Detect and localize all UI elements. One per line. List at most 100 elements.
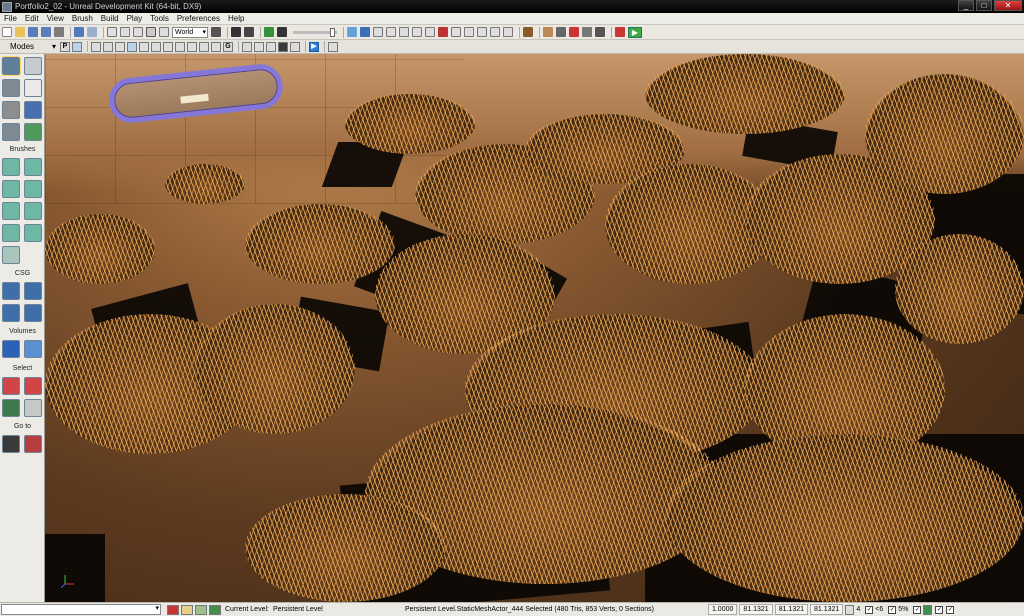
light-complexity-icon[interactable] bbox=[163, 41, 173, 52]
streaming-level-icon[interactable] bbox=[195, 604, 207, 615]
build-lighting-icon[interactable] bbox=[360, 27, 370, 37]
sheet-brush-button[interactable] bbox=[24, 202, 42, 220]
shader-complexity-icon[interactable] bbox=[187, 41, 197, 52]
landscape-mode-button[interactable] bbox=[24, 123, 42, 141]
build-paths-icon[interactable] bbox=[373, 27, 383, 37]
level-browser-icon[interactable] bbox=[556, 27, 566, 37]
menu-play[interactable]: Play bbox=[123, 14, 147, 23]
grid-snap-checkbox[interactable]: ✓ bbox=[865, 605, 874, 614]
camera-icon[interactable] bbox=[438, 27, 448, 37]
texture-align-button[interactable] bbox=[2, 101, 20, 119]
foliage-mode-button[interactable] bbox=[2, 123, 20, 141]
coord-x[interactable]: 81.1321 bbox=[739, 604, 773, 615]
current-level-icon[interactable] bbox=[209, 604, 221, 615]
csg-deintersect-button[interactable] bbox=[24, 304, 42, 322]
scale-snap-value[interactable]: 5% bbox=[896, 606, 910, 613]
menu-edit[interactable]: Edit bbox=[21, 14, 43, 23]
lighting-options-icon[interactable] bbox=[412, 27, 422, 37]
play-in-editor-button[interactable]: ▶ bbox=[628, 26, 642, 38]
minimize-button[interactable]: _ bbox=[958, 0, 974, 11]
package-icon[interactable] bbox=[595, 27, 605, 37]
undo-icon[interactable] bbox=[74, 27, 84, 37]
stats-icon[interactable] bbox=[425, 27, 435, 37]
cube-brush-button[interactable] bbox=[2, 158, 20, 176]
lighting-only-icon[interactable] bbox=[151, 41, 161, 52]
menu-help[interactable]: Help bbox=[224, 14, 248, 23]
mesh-paint-button[interactable] bbox=[24, 101, 42, 119]
csg-add-button[interactable] bbox=[2, 282, 20, 300]
build-geometry-icon[interactable] bbox=[347, 27, 357, 37]
rotation-snap-checkbox[interactable]: ✓ bbox=[888, 605, 897, 614]
drag-grid-value[interactable]: 1.0000 bbox=[707, 604, 738, 615]
option-checkbox[interactable]: ✓ bbox=[946, 605, 955, 614]
volumetric-brush-button[interactable] bbox=[2, 246, 20, 264]
terrain-icon[interactable] bbox=[451, 27, 461, 37]
sphere-brush-button[interactable] bbox=[24, 224, 42, 242]
geometry-mode-button[interactable] bbox=[24, 57, 42, 75]
coord-y[interactable]: 81.1321 bbox=[774, 604, 809, 615]
select-cursor-icon[interactable] bbox=[107, 27, 117, 37]
rotate-icon[interactable] bbox=[133, 27, 143, 37]
slider-knob[interactable] bbox=[330, 27, 335, 37]
move-icon[interactable] bbox=[24, 79, 42, 97]
lit-icon[interactable] bbox=[127, 41, 137, 52]
new-file-icon[interactable] bbox=[2, 27, 12, 37]
autosave-checkbox[interactable]: ✓ bbox=[935, 605, 944, 614]
layers-icon[interactable] bbox=[477, 27, 487, 37]
menu-preferences[interactable]: Preferences bbox=[173, 14, 224, 23]
play-viewport-button[interactable]: ▶ bbox=[309, 41, 319, 52]
eye-icon[interactable] bbox=[254, 41, 264, 52]
rotation-snap-value[interactable]: <6 bbox=[873, 606, 885, 613]
coord-z[interactable]: 81.1321 bbox=[810, 604, 844, 615]
close-button[interactable]: ✕ bbox=[994, 0, 1022, 11]
level-icon[interactable] bbox=[181, 604, 193, 615]
redo-icon[interactable] bbox=[87, 27, 97, 37]
hide-selected-button[interactable] bbox=[24, 377, 42, 395]
detail-lighting-icon[interactable] bbox=[139, 41, 149, 52]
terrain-mode-button[interactable] bbox=[2, 79, 20, 97]
matinee-icon[interactable] bbox=[277, 27, 287, 37]
menu-view[interactable]: View bbox=[43, 14, 68, 23]
show-all-button[interactable] bbox=[24, 399, 42, 417]
lightmap-density-icon[interactable] bbox=[199, 41, 209, 52]
build-cover-icon[interactable] bbox=[386, 27, 396, 37]
perspective-viewport[interactable] bbox=[45, 54, 1024, 602]
camera-mode-button[interactable] bbox=[1, 56, 21, 76]
spiral-stair-brush-button[interactable] bbox=[2, 224, 20, 242]
goto-builder-brush-button[interactable] bbox=[24, 435, 42, 453]
content-browser-icon[interactable] bbox=[244, 27, 254, 37]
save-icon[interactable] bbox=[28, 27, 38, 37]
perspective-view-button[interactable]: P bbox=[60, 41, 70, 52]
menu-build[interactable]: Build bbox=[97, 14, 123, 23]
scale-snap-checkbox[interactable]: ✓ bbox=[913, 605, 922, 614]
kismet-icon[interactable] bbox=[231, 27, 241, 37]
maximize-button[interactable]: □ bbox=[976, 0, 992, 11]
streaming-icon[interactable] bbox=[278, 41, 288, 52]
scene-manager-icon[interactable] bbox=[569, 27, 579, 37]
chevron-down-icon[interactable]: ▾ bbox=[52, 40, 56, 54]
modes-header[interactable]: Modes ▾ bbox=[0, 40, 60, 54]
grid-icon[interactable] bbox=[464, 27, 474, 37]
invert-selection-button[interactable] bbox=[2, 399, 20, 417]
build-all-icon[interactable] bbox=[399, 27, 409, 37]
unlit-icon[interactable] bbox=[115, 41, 125, 52]
volume-list-button[interactable] bbox=[24, 340, 42, 358]
scale-icon[interactable] bbox=[146, 27, 156, 37]
texture-density-icon[interactable] bbox=[175, 41, 185, 52]
autosave-icon[interactable] bbox=[923, 604, 933, 615]
content-browser-book-icon[interactable] bbox=[523, 27, 533, 37]
translate-icon[interactable] bbox=[120, 27, 130, 37]
unreal-k-icon[interactable] bbox=[615, 27, 625, 37]
app-icon[interactable] bbox=[2, 1, 12, 12]
menu-file[interactable]: File bbox=[0, 14, 21, 23]
actor-classes-icon[interactable] bbox=[543, 27, 553, 37]
generic-browser-icon[interactable] bbox=[582, 27, 592, 37]
save-all-icon[interactable] bbox=[41, 27, 51, 37]
menu-tools[interactable]: Tools bbox=[146, 14, 173, 23]
brush-wireframe-icon[interactable] bbox=[91, 41, 101, 52]
coordinate-system-select[interactable]: World bbox=[172, 26, 208, 38]
realtime-icon[interactable] bbox=[242, 41, 252, 52]
kismet-green-icon[interactable] bbox=[264, 27, 274, 37]
nonuniform-scale-icon[interactable] bbox=[159, 27, 169, 37]
menu-brush[interactable]: Brush bbox=[68, 14, 97, 23]
